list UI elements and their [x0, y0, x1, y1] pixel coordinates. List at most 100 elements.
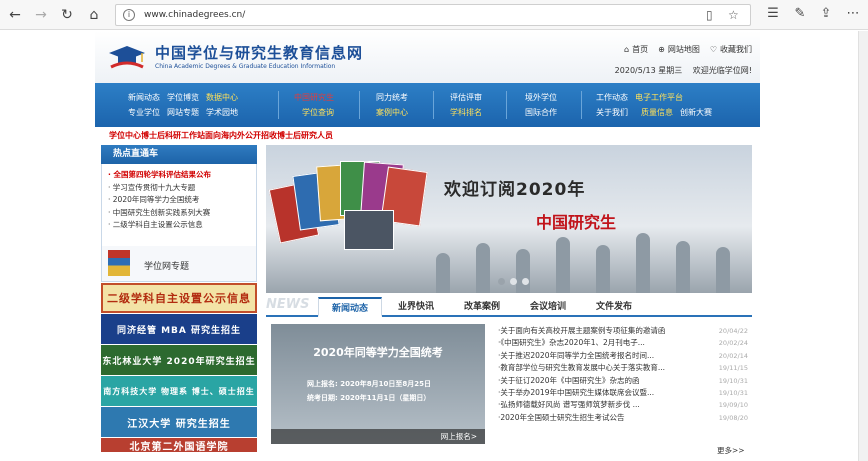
nav-about[interactable]: 关于我们	[596, 105, 628, 120]
nav-divider	[506, 91, 507, 119]
news-tabs: NEWS 新闻动态 业界快讯 改革案例 会议培训 文件发布	[266, 297, 752, 317]
refresh-icon[interactable]: ↻	[58, 6, 76, 24]
news-row[interactable]: ·关于举办2019年中国研究生媒体联席会议暨... 19/10/31	[498, 387, 748, 399]
nav-divider	[359, 91, 360, 119]
hot-topics-list: · 全国第四轮学科评估结果公布 · 学习宣传贯彻十九大专题 · 2020年同等学…	[101, 164, 257, 246]
news-row[interactable]: ·教育部学位与研究生教育发展中心关于落实教育... 19/11/15	[498, 362, 748, 374]
banner-nefu[interactable]: 东北林业大学 2020年研究生招生	[101, 345, 257, 375]
tab-reform-cases[interactable]: 改革案例	[450, 297, 514, 317]
scrollbar[interactable]	[858, 31, 868, 461]
nav-case-center[interactable]: 案例中心	[376, 105, 408, 120]
banner-jianghan[interactable]: 江汉大学 研究生招生	[101, 407, 257, 437]
hot-item[interactable]: · 二级学科自主设置公示信息	[108, 219, 256, 232]
news-row[interactable]: ·关于面向有关高校开展主题案例专项征集的邀请函 20/04/22	[498, 325, 748, 337]
nav-divider	[581, 91, 582, 119]
banner-discipline-setting[interactable]: 二级学科自主设置公示信息	[101, 283, 257, 313]
tab-documents[interactable]: 文件发布	[582, 297, 646, 317]
nav-innovation[interactable]: 创新大赛	[680, 105, 712, 120]
tab-industry[interactable]: 业界快讯	[384, 297, 448, 317]
pen-icon[interactable]: ✎	[792, 6, 808, 21]
topics-heading[interactable]: 学位网专题	[101, 246, 257, 282]
nav-e-platform[interactable]: 电子工作平台	[635, 90, 683, 105]
site-subtitle: China Academic Degrees & Graduate Educat…	[155, 63, 336, 70]
current-date: 2020/5/13 星期三	[614, 66, 683, 75]
hot-item[interactable]: · 中国研究生创新实践系列大赛	[108, 207, 256, 220]
tab-meetings[interactable]: 会议培训	[516, 297, 580, 317]
nav-group-intl: 境外学位 国际合作	[525, 90, 575, 120]
nav-degree-query[interactable]: 学位查询	[302, 105, 334, 120]
main-nav: 新闻动态 学位博览 数据中心 专业学位 网站专题 学术园地 中国研究生 学位查询 同力统…	[95, 83, 760, 127]
slide-title: 欢迎订阅2020年	[444, 180, 586, 200]
hot-item[interactable]: · 学习宣传贯彻十九大专题	[108, 182, 256, 195]
news-watermark: NEWS	[266, 297, 310, 312]
news-row[interactable]: ·弘扬师德载好风尚 谱写强师筑梦新步伐 ... 19/09/10	[498, 399, 748, 411]
news-list: ·关于面向有关高校开展主题案例专项征集的邀请函 20/04/22 ·《中国研究生》…	[498, 325, 748, 424]
site-title[interactable]: 中国学位与研究生教育信息网	[155, 42, 363, 63]
scrolling-notice[interactable]: 学位中心博士后科研工作站面向海内外公开招收博士后研究人员	[109, 130, 333, 141]
nav-china-graduate[interactable]: 中国研究生	[294, 90, 334, 105]
nav-group-work: 工作动态 电子工作平台 关于我们 质量信息 创新大赛	[596, 90, 756, 120]
nav-topics[interactable]: 网站专题	[167, 105, 199, 120]
nav-news[interactable]: 新闻动态	[128, 90, 160, 105]
nav-exam[interactable]: 同力统考	[376, 90, 408, 105]
bookmark-link[interactable]: ♡ 收藏我们	[710, 44, 752, 55]
feature-title: 2020年同等学力全国统考	[313, 346, 443, 359]
nav-divider	[433, 91, 434, 119]
books-icon	[108, 250, 130, 276]
site-header: 中国学位与研究生教育信息网 China Academic Degrees & G…	[95, 31, 760, 83]
banner-sustech[interactable]: 南方科技大学 物理系 博士、硕士招生	[101, 376, 257, 406]
banner-tongji-mba[interactable]: 同济经管 MBA 研究生招生	[101, 314, 257, 344]
nav-degree-expo[interactable]: 学位博览	[167, 90, 199, 105]
news-row[interactable]: ·关于征订2020年《中国研究生》杂志的函 19/10/31	[498, 375, 748, 387]
nav-evaluation[interactable]: 评估评审	[450, 90, 482, 105]
site-info-icon[interactable]: i	[123, 9, 135, 21]
home-link[interactable]: ⌂ 首页	[624, 44, 648, 55]
favorite-star-icon[interactable]: ☆	[728, 8, 739, 22]
slide-dot[interactable]	[510, 278, 517, 285]
home-icon[interactable]: ⌂	[85, 6, 103, 24]
news-row[interactable]: ·《中国研究生》杂志2020年1、2月刊电子... 20/02/24	[498, 337, 748, 349]
url-text[interactable]: www.chinadegrees.cn/	[144, 10, 245, 20]
featured-news-image[interactable]: 2020年同等学力全国统考 网上报名: 2020年8月10日至8月25日 统考日…	[271, 324, 485, 444]
feature-exam-date: 统考日期: 2020年11月1日（星期日）	[307, 394, 431, 402]
nav-quality-info[interactable]: 质量信息	[641, 105, 673, 120]
nav-work-news[interactable]: 工作动态	[596, 90, 628, 105]
hero-slideshow[interactable]: 欢迎订阅2020年 中国研究生	[266, 145, 752, 293]
heart-icon: ♡	[709, 45, 717, 54]
nav-data-center[interactable]: 数据中心	[206, 90, 238, 105]
forward-icon[interactable]: →	[32, 6, 50, 24]
mortarboard-logo-icon[interactable]	[107, 43, 147, 71]
nav-academic[interactable]: 学术园地	[206, 105, 238, 120]
sitemap-link[interactable]: ⊕ 网站地图	[658, 44, 700, 55]
banner-bisu[interactable]: 北京第二外国语学院	[101, 438, 257, 453]
more-icon[interactable]: ⋯	[845, 6, 861, 21]
nav-group-exam: 同力统考 案例中心	[376, 90, 426, 120]
back-icon[interactable]: ←	[6, 6, 24, 24]
feature-caption[interactable]: 网上报名>	[271, 429, 485, 444]
welcome-text: 欢迎光临学位网!	[692, 66, 752, 75]
feature-registration: 网上报名: 2020年8月10日至8月25日	[307, 380, 431, 388]
slide-dot[interactable]	[522, 278, 529, 285]
web-page: 中国学位与研究生教育信息网 China Academic Degrees & G…	[95, 31, 760, 461]
nav-overseas-degree[interactable]: 境外学位	[525, 90, 557, 105]
graduates-image	[416, 225, 752, 293]
hot-item[interactable]: · 全国第四轮学科评估结果公布	[108, 169, 256, 182]
favorites-list-icon[interactable]: ☰	[765, 6, 781, 21]
slide-indicator	[498, 278, 529, 285]
hot-item[interactable]: · 2020年同等学力全国统考	[108, 194, 256, 207]
nav-intl-coop[interactable]: 国际合作	[525, 105, 557, 120]
slide-dot[interactable]	[498, 278, 505, 285]
news-row[interactable]: ·关于推迟2020年同等学力全国统考报名时间... 20/02/14	[498, 350, 748, 362]
nav-group-eval: 评估评审 学科排名	[450, 90, 500, 120]
more-news-link[interactable]: 更多>>	[717, 445, 745, 456]
address-bar[interactable]: i www.chinadegrees.cn/ ▯ ☆	[115, 4, 751, 26]
reading-view-icon[interactable]: ▯	[706, 8, 713, 22]
nav-discipline-rank[interactable]: 学科排名	[450, 105, 482, 120]
house-icon: ⌂	[624, 45, 630, 54]
news-row[interactable]: ·2020年全国硕士研究生招生考试公告 19/08/20	[498, 412, 748, 424]
topics-title: 学位网专题	[144, 262, 190, 272]
top-links: ⌂ 首页 ⊕ 网站地图 ♡ 收藏我们	[624, 44, 752, 55]
tab-news[interactable]: 新闻动态	[318, 297, 382, 317]
nav-professional-degree[interactable]: 专业学位	[128, 105, 160, 120]
share-icon[interactable]: ⇪	[818, 6, 834, 21]
